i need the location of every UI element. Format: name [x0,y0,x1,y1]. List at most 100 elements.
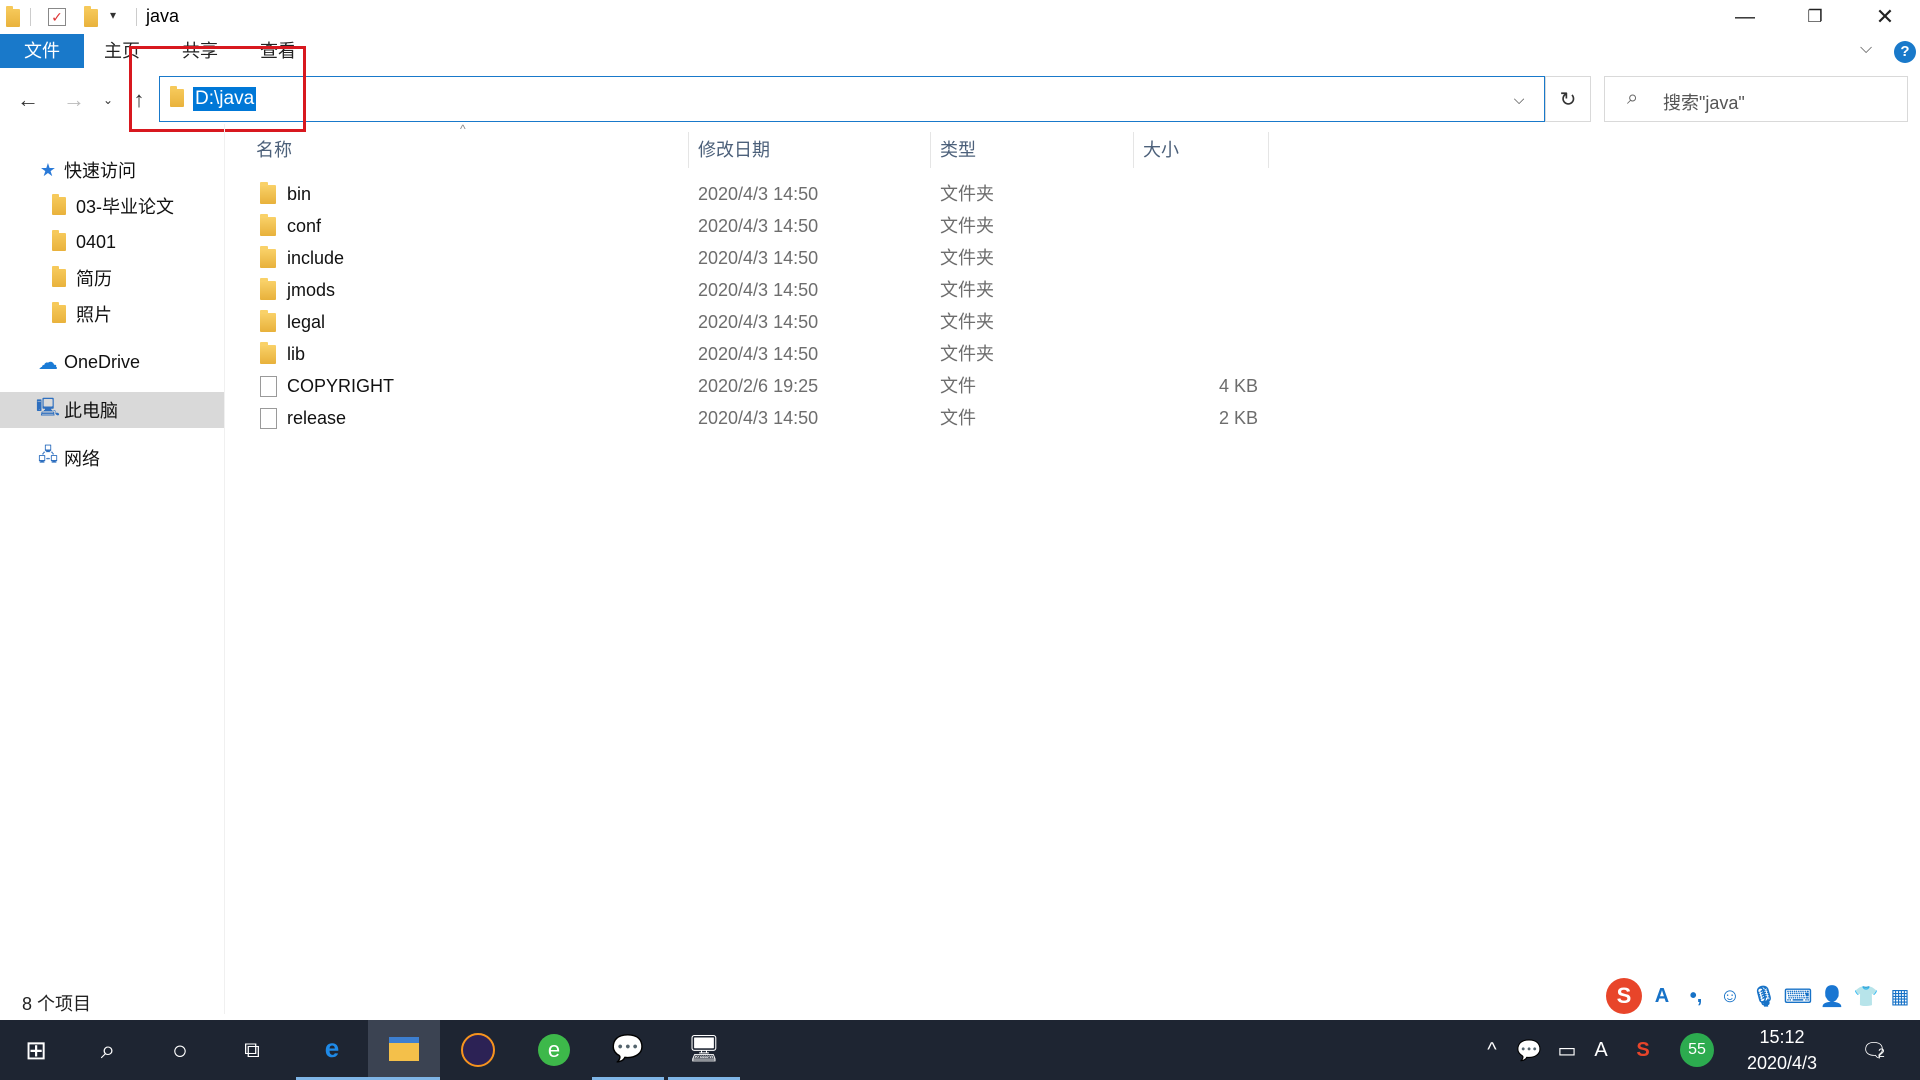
file-date: 2020/4/3 14:50 [698,248,819,268]
grid-menu-icon[interactable]: ▦ [1886,982,1914,1010]
sidebar-item-label: 0401 [76,231,117,252]
keyboard-icon[interactable]: ⌨ [1784,982,1813,1010]
taskbar-edge[interactable]: e [296,1020,368,1080]
file-size: 2 KB [1218,408,1258,428]
table-row[interactable]: lib 2020/4/3 14:50 文件夹 [240,338,1270,370]
microphone-icon[interactable]: 🎙 [1750,982,1778,1010]
emoji-icon[interactable]: ☺ [1716,982,1744,1010]
help-icon[interactable]: ? [1894,41,1916,63]
search-icon: ⌕ [100,1034,116,1064]
file-size [1120,338,1258,370]
file-size [1120,306,1258,338]
search-button[interactable]: ⌕ [72,1020,144,1080]
minimize-button[interactable]: — [1710,0,1780,34]
file-type: 文件夹 [940,248,994,268]
taskbar-browser[interactable]: e [518,1020,590,1080]
forward-button[interactable]: → [58,76,90,124]
sidebar-item-resume[interactable]: 简历 [0,260,224,296]
sidebar-item-this-pc[interactable]: 🖳 此电脑 [0,392,224,428]
ime-punctuation-icon[interactable]: •, [1682,982,1710,1010]
sidebar-item-0401[interactable]: 0401 [0,224,224,260]
expand-ribbon-icon[interactable]: ⌵ [1860,40,1872,58]
column-divider[interactable] [1133,132,1134,168]
table-row[interactable]: release 2020/4/3 14:50 文件 2 KB [240,402,1270,434]
restore-button[interactable]: ❐ [1780,0,1850,34]
table-row[interactable]: bin 2020/4/3 14:50 文件夹 [240,178,1270,210]
sidebar-item-label: 照片 [76,305,112,325]
column-divider[interactable] [1268,132,1269,168]
recent-locations-button[interactable]: ⌄ [98,76,118,124]
table-row[interactable]: conf 2020/4/3 14:50 文件夹 [240,210,1270,242]
file-size [1120,242,1258,274]
column-divider[interactable] [688,132,689,168]
search-input[interactable]: 搜索"java" [1663,89,1745,115]
network-icon: 🖧 [37,445,59,465]
customize-toolbar-icon[interactable]: ▾ [110,8,116,22]
sidebar-item-quick-access[interactable]: ★ 快速访问 [0,152,224,188]
sogou-tray-icon[interactable]: S [1628,1036,1658,1064]
clock[interactable]: 15:12 2020/4/3 [1722,1024,1842,1076]
sidebar-item-network[interactable]: 🖧 网络 [0,440,224,476]
sidebar-item-label: 简历 [76,269,112,289]
highlight-box [129,46,306,132]
show-hidden-icons-button[interactable]: ^ [1480,1036,1504,1064]
taskbar-wechat[interactable]: 💬 [592,1020,664,1080]
column-divider[interactable] [930,132,931,168]
sidebar-item-onedrive[interactable]: ☁ OneDrive [0,344,224,380]
file-name: bin [287,184,312,204]
ime-language-icon[interactable]: A [1648,982,1676,1010]
cortana-button[interactable]: ○ [144,1020,216,1080]
file-type: 文件夹 [940,216,994,236]
clock-time: 15:12 [1759,1027,1805,1047]
address-bar[interactable]: D:\java ⌵ [159,76,1545,122]
taskbar-eclipse[interactable] [442,1020,514,1080]
back-button[interactable]: ← [12,76,44,124]
column-header-type[interactable]: 类型 [940,130,1130,170]
taskbar-file-explorer[interactable] [368,1020,440,1080]
sidebar-item-thesis[interactable]: 03-毕业论文 [0,188,224,224]
notification-count: 2 [1878,1046,1885,1060]
file-type: 文件夹 [940,280,994,300]
column-header-date[interactable]: 修改日期 [698,130,928,170]
skin-icon[interactable]: 👕 [1852,982,1880,1010]
column-header-name[interactable]: 名称 [256,130,696,170]
computer-icon: 🖳 [36,397,61,417]
close-button[interactable]: ✕ [1850,0,1920,34]
input-method-icon[interactable]: A [1588,1036,1614,1064]
file-type: 文件夹 [940,312,994,332]
file-name: COPYRIGHT [287,376,395,396]
status-badge[interactable]: 55 [1680,1033,1714,1067]
task-view-button[interactable]: ⧉ [216,1020,288,1080]
file-explorer-icon [389,1036,419,1061]
sogou-logo-icon[interactable]: S [1606,978,1642,1014]
tab-file[interactable]: 文件 [0,34,84,68]
file-name: include [287,248,345,268]
table-row[interactable]: include 2020/4/3 14:50 文件夹 [240,242,1270,274]
sidebar-item-label: 此电脑 [64,401,118,421]
table-row[interactable]: jmods 2020/4/3 14:50 文件夹 [240,274,1270,306]
divider [30,8,31,26]
sidebar-item-label: 快速访问 [64,161,136,181]
user-icon[interactable]: 👤 [1818,982,1846,1010]
pane-divider[interactable] [224,124,225,1014]
table-row[interactable]: COPYRIGHT 2020/2/6 19:25 文件 4 KB [240,370,1270,402]
address-dropdown-button[interactable]: ⌵ [1494,77,1544,121]
start-button[interactable]: ⊞ [0,1020,72,1080]
file-type: 文件 [940,408,976,428]
search-box[interactable]: ⌕ 搜索"java" [1604,76,1908,122]
taskbar-remote-desktop[interactable]: 🖥 [668,1020,740,1080]
table-row[interactable]: legal 2020/4/3 14:50 文件夹 [240,306,1270,338]
properties-icon[interactable]: ✓ [48,8,66,26]
file-name: legal [287,312,326,332]
column-header-size[interactable]: 大小 [1143,130,1263,170]
action-center-button[interactable]: 🗨 2 [1856,1036,1892,1064]
new-folder-icon[interactable] [82,6,100,27]
battery-icon[interactable]: ▭ [1552,1036,1582,1064]
file-name: lib [287,344,306,364]
sidebar-item-photos[interactable]: 照片 [0,296,224,332]
clock-date: 2020/4/3 [1746,1053,1818,1073]
status-item-count: 8 个项目 [22,994,92,1014]
refresh-button[interactable]: ↻ [1545,76,1591,122]
wechat-tray-icon[interactable]: 💬 [1514,1036,1544,1064]
file-date: 2020/4/3 14:50 [698,344,819,364]
